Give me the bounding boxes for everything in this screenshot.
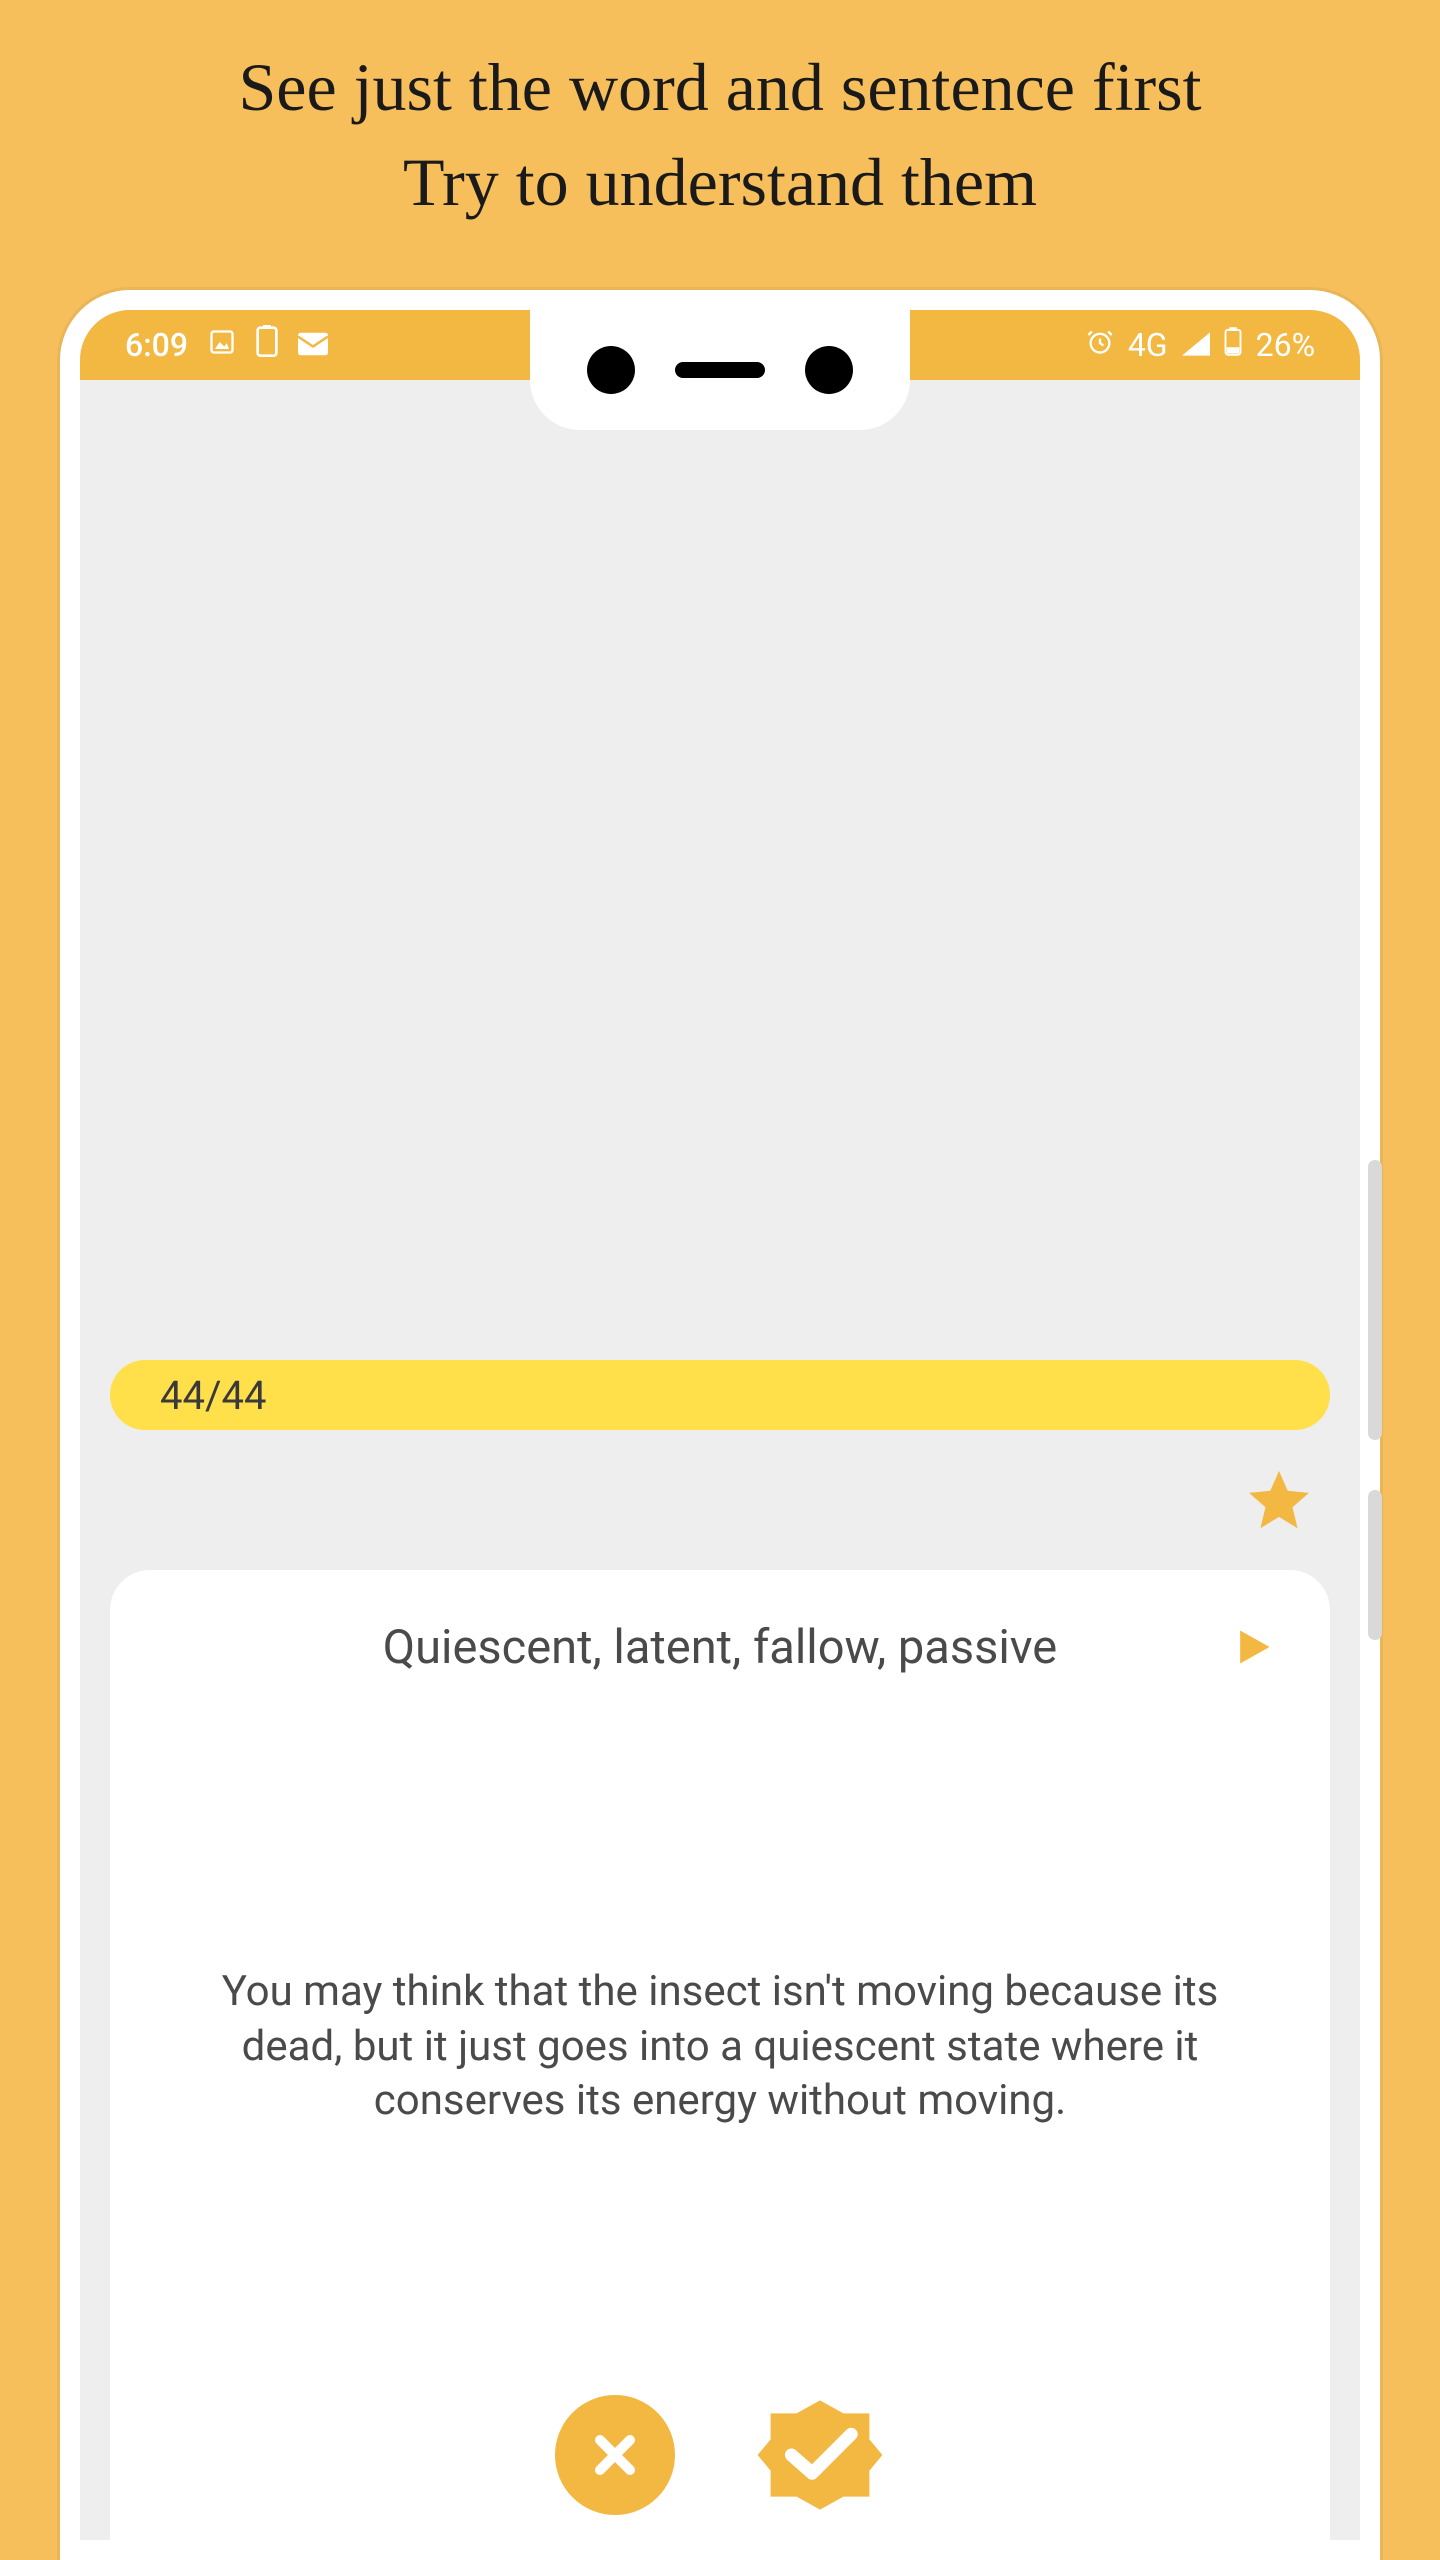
sentence-text: You may think that the insect isn't movi… bbox=[155, 1965, 1285, 2129]
word-text: Quiescent, latent, fallow, passive bbox=[383, 1620, 1057, 1675]
play-audio-button[interactable] bbox=[1231, 1625, 1275, 1673]
status-bar-right: 4G 26% bbox=[1086, 326, 1315, 364]
header-line-1: See just the word and sentence first bbox=[0, 40, 1440, 135]
progress-container: 44/44 bbox=[110, 1360, 1330, 1430]
action-buttons bbox=[110, 2390, 1330, 2540]
dismiss-button[interactable] bbox=[555, 2395, 675, 2515]
header-line-2: Try to understand them bbox=[0, 135, 1440, 230]
favorite-star-icon[interactable] bbox=[1243, 1465, 1315, 1541]
phone-frame: 6:09 4G bbox=[60, 290, 1380, 2560]
battery-saver-icon bbox=[256, 325, 278, 365]
notch-speaker bbox=[675, 362, 765, 378]
signal-icon bbox=[1182, 326, 1210, 364]
notch-camera-left bbox=[587, 346, 635, 394]
notch-camera-right bbox=[805, 346, 853, 394]
battery-label: 26% bbox=[1256, 326, 1315, 364]
image-icon bbox=[208, 326, 236, 364]
progress-text: 44/44 bbox=[160, 1372, 266, 1419]
mail-icon bbox=[298, 326, 328, 364]
status-time: 6:09 bbox=[125, 326, 188, 364]
phone-screen: 6:09 4G bbox=[80, 310, 1360, 2540]
battery-icon bbox=[1224, 326, 1242, 364]
confirm-button[interactable] bbox=[755, 2390, 885, 2520]
alarm-icon bbox=[1086, 326, 1114, 364]
side-button-volume bbox=[1368, 1160, 1382, 1440]
status-bar-left: 6:09 bbox=[125, 325, 328, 365]
phone-notch bbox=[530, 310, 910, 430]
instruction-header: See just the word and sentence first Try… bbox=[0, 40, 1440, 230]
side-button-power bbox=[1368, 1490, 1382, 1640]
card-header: Quiescent, latent, fallow, passive bbox=[155, 1620, 1285, 1675]
vocabulary-card: Quiescent, latent, fallow, passive You m… bbox=[110, 1570, 1330, 2540]
network-label: 4G bbox=[1128, 326, 1168, 364]
progress-bar: 44/44 bbox=[110, 1360, 1330, 1430]
